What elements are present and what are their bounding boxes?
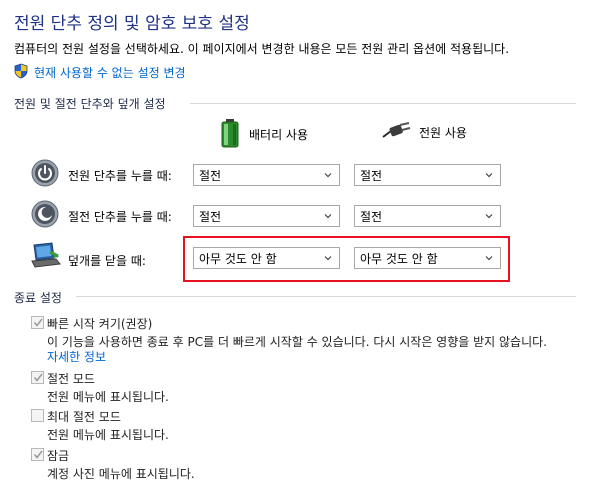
chevron-down-icon xyxy=(324,173,332,178)
chevron-down-icon xyxy=(485,214,493,219)
plugged-column-label: 전원 사용 xyxy=(419,126,467,140)
select-value: 아무 것도 안 함 xyxy=(199,251,277,266)
sleep-mode-description: 전원 메뉴에 표시됩니다. xyxy=(47,390,169,404)
laptop-lid-icon xyxy=(30,242,62,273)
power-button-plugged-select[interactable]: 절전 xyxy=(354,164,501,186)
lid-close-label: 덮개를 닫을 때: xyxy=(68,254,146,268)
lock-checkbox[interactable] xyxy=(31,448,44,461)
change-link-label: 현재 사용할 수 없는 설정 변경 xyxy=(34,66,186,80)
shutdown-section-heading: 종료 설정 xyxy=(14,291,62,305)
battery-column-label: 배터리 사용 xyxy=(249,128,309,142)
battery-icon xyxy=(219,118,241,151)
battery-column-header: 배터리 사용 xyxy=(219,118,308,151)
hibernate-label: 최대 절전 모드 xyxy=(47,410,121,424)
change-unavailable-settings-link[interactable]: 현재 사용할 수 없는 설정 변경 xyxy=(14,63,186,82)
lock-label: 잠금 xyxy=(47,449,70,463)
section-divider xyxy=(76,296,576,297)
page-title: 전원 단추 정의 및 암호 보호 설정 xyxy=(14,14,250,34)
sleep-mode-checkbox[interactable] xyxy=(31,371,44,384)
sleep-button-label: 절전 단추를 누를 때: xyxy=(68,210,172,224)
power-button-battery-select[interactable]: 절전 xyxy=(193,164,340,186)
checkmark-icon xyxy=(33,318,43,327)
lid-plugged-select[interactable]: 아무 것도 안 함 xyxy=(354,247,501,269)
select-value: 아무 것도 안 함 xyxy=(360,251,438,266)
select-value: 절전 xyxy=(199,168,222,183)
section-divider xyxy=(190,103,576,104)
plugged-column-header: 전원 사용 xyxy=(381,122,467,143)
chevron-down-icon xyxy=(324,256,332,261)
fast-startup-checkbox[interactable] xyxy=(31,316,44,329)
fast-startup-description: 이 기능을 사용하면 종료 후 PC를 더 빠르게 시작할 수 있습니다. 다시… xyxy=(47,335,547,349)
chevron-down-icon xyxy=(324,214,332,219)
sleep-button-plugged-select[interactable]: 절전 xyxy=(354,205,501,227)
learn-more-link[interactable]: 자세한 정보 xyxy=(47,348,106,365)
select-value: 절전 xyxy=(360,168,383,183)
fast-startup-label: 빠른 시작 켜기(권장) xyxy=(47,317,153,331)
chevron-down-icon xyxy=(485,256,493,261)
sleep-mode-label: 절전 모드 xyxy=(47,372,95,386)
checkmark-icon xyxy=(33,373,43,382)
sleep-button-icon xyxy=(31,200,59,231)
select-value: 절전 xyxy=(199,209,222,224)
power-button-label: 전원 단추를 누를 때: xyxy=(68,169,172,183)
hibernate-description: 전원 메뉴에 표시됩니다. xyxy=(47,428,169,442)
lock-description: 계정 사진 메뉴에 표시됩니다. xyxy=(47,467,195,481)
sleep-button-battery-select[interactable]: 절전 xyxy=(193,205,340,227)
uac-shield-icon xyxy=(14,63,28,82)
lid-battery-select[interactable]: 아무 것도 안 함 xyxy=(193,247,340,269)
checkmark-icon xyxy=(33,450,43,459)
page-subtitle: 컴퓨터의 전원 설정을 선택하세요. 이 페이지에서 변경한 내용은 모든 전원… xyxy=(14,42,510,56)
power-button-icon xyxy=(31,159,59,190)
power-plug-icon xyxy=(381,122,411,143)
select-value: 절전 xyxy=(360,209,383,224)
buttons-section-heading: 전원 및 절전 단추와 덮개 설정 xyxy=(14,97,166,111)
hibernate-checkbox[interactable] xyxy=(31,409,44,422)
chevron-down-icon xyxy=(485,173,493,178)
